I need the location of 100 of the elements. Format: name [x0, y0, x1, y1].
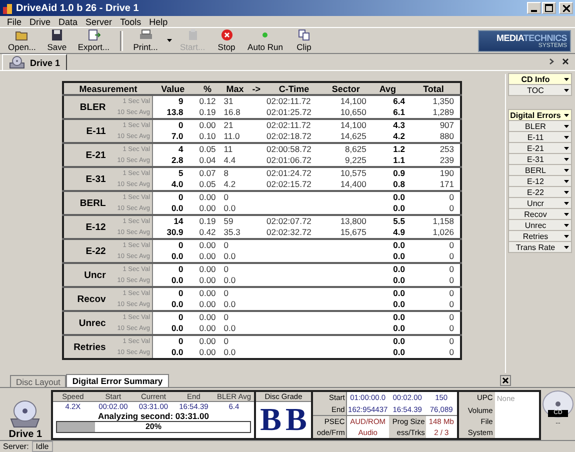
panel-button[interactable]: E-12	[508, 175, 572, 187]
table-cell: 0.0	[368, 335, 407, 347]
progress-text: 20%	[145, 422, 162, 432]
caret-icon	[564, 169, 569, 172]
menu-item[interactable]: Drive	[26, 16, 55, 26]
folder-icon	[14, 29, 29, 41]
table-cell: 0.05	[193, 143, 222, 155]
panel-button[interactable]: TOC	[508, 84, 572, 96]
table-cell: 0.00	[193, 335, 222, 347]
table-cell: 0	[152, 119, 194, 131]
caret-icon	[564, 114, 569, 117]
panel-button[interactable]: E-31	[508, 153, 572, 165]
table-cell: 14,400	[324, 179, 368, 191]
table-cell: 13.8	[152, 107, 194, 119]
caret-icon	[564, 136, 569, 139]
document-tab[interactable]: Drive 1	[2, 54, 68, 70]
table-cell: 0	[406, 323, 461, 335]
table-cell: 9,225	[324, 155, 368, 167]
table-cell: 4.2	[222, 179, 248, 191]
toolbar-button[interactable]: Clip	[287, 29, 321, 52]
menu-item[interactable]: File	[3, 16, 26, 26]
toolbar-button[interactable]: Print...	[128, 29, 163, 52]
panel-button[interactable]: BERL	[508, 164, 572, 176]
close-icon[interactable]	[562, 58, 569, 65]
table-cell: 10,650	[324, 107, 368, 119]
table-cell: 0.00	[193, 203, 222, 215]
toolbar-button[interactable]: Save	[40, 29, 74, 52]
drive-icon	[9, 56, 25, 69]
menu-item[interactable]: Help	[145, 16, 172, 26]
table-cell: 31	[222, 95, 248, 107]
panel-button[interactable]: BLER	[508, 120, 572, 132]
table-cell: 0	[406, 191, 461, 203]
menu-item[interactable]: Server	[82, 16, 116, 26]
menu-item[interactable]: Tools	[116, 16, 146, 26]
table-cell: 0.0	[368, 347, 407, 359]
table-cell: 8	[222, 167, 248, 179]
table-cell: 35.3	[222, 227, 248, 239]
table-cell: 0	[152, 239, 194, 251]
table-cell: 0	[152, 311, 194, 323]
measurement-name: Retries	[63, 335, 108, 359]
column-header: %	[193, 82, 222, 95]
table-cell: 1,158	[406, 215, 461, 227]
maximize-button[interactable]	[542, 2, 556, 14]
toolbar-button[interactable]: Export...	[74, 29, 114, 52]
table-cell: 0.8	[368, 179, 407, 191]
table-cell: 0.00	[193, 323, 222, 335]
panel-button[interactable]: Recov	[508, 208, 572, 220]
table-cell: 13,800	[324, 215, 368, 227]
sheet-tab[interactable]: Disc Layout	[10, 375, 66, 387]
panel-button[interactable]: Retries	[508, 230, 572, 242]
panel-header-button[interactable]: CD Info	[508, 73, 572, 85]
table-cell: 15,675	[324, 227, 368, 239]
table-cell: 0	[222, 311, 248, 323]
toolbar-button[interactable]: Auto Run	[244, 29, 287, 52]
toolbar-button[interactable]: Stop	[210, 29, 244, 52]
table-cell: 1.2	[368, 143, 407, 155]
table-cell: 0	[406, 239, 461, 251]
toolbar-button[interactable]: Open...	[4, 29, 40, 52]
table-cell: 0.0	[368, 191, 407, 203]
chevron-icon[interactable]	[549, 58, 556, 65]
table-cell: 11	[222, 143, 248, 155]
table-cell: 0.0	[368, 251, 407, 263]
sheet-tab[interactable]: Digital Error Summary	[66, 374, 169, 387]
panel-button[interactable]: Uncr	[508, 197, 572, 209]
table-cell: 0.0	[222, 323, 248, 335]
panel-header-button[interactable]: Digital Errors	[508, 109, 572, 121]
window-title: DriveAid 1.0 b 26 - Drive 1	[16, 2, 139, 14]
column-header: C-Time	[264, 82, 324, 95]
table-cell: 0	[406, 347, 461, 359]
panel-button[interactable]: Unrec	[508, 219, 572, 231]
table-cell: 0.19	[193, 215, 222, 227]
panel-button[interactable]: E-21	[508, 142, 572, 154]
table-cell: 0.00	[193, 251, 222, 263]
table-cell: 190	[406, 167, 461, 179]
table-cell: 0	[222, 239, 248, 251]
close-button[interactable]	[500, 375, 511, 386]
table-cell: 0.12	[193, 95, 222, 107]
table-cell: 0	[406, 263, 461, 275]
panel-button[interactable]: Trans Rate	[508, 241, 572, 253]
table-cell: 0.19	[193, 107, 222, 119]
table-cell: 02:02:32.72	[264, 227, 324, 239]
caret-icon[interactable]	[166, 39, 172, 42]
table-cell: 0	[406, 203, 461, 215]
menu-item[interactable]: Data	[54, 16, 82, 26]
table-cell: 0.0	[368, 203, 407, 215]
caret-icon	[564, 158, 569, 161]
caret-icon	[564, 202, 569, 205]
table-cell: 02:01:06.72	[264, 155, 324, 167]
panel-button[interactable]: E-22	[508, 186, 572, 198]
minimize-button[interactable]	[527, 2, 541, 14]
table-cell: 6.1	[368, 107, 407, 119]
status-value: Idle	[32, 441, 53, 452]
table-cell: 0.00	[193, 347, 222, 359]
table-cell: 21	[222, 119, 248, 131]
table-cell: 02:01:25.72	[264, 107, 324, 119]
measurement-name: E-12	[63, 215, 108, 239]
column-header: Value	[152, 82, 194, 95]
table-cell: 880	[406, 131, 461, 143]
table-cell: 0.00	[193, 239, 222, 251]
panel-button[interactable]: E-11	[508, 131, 572, 143]
